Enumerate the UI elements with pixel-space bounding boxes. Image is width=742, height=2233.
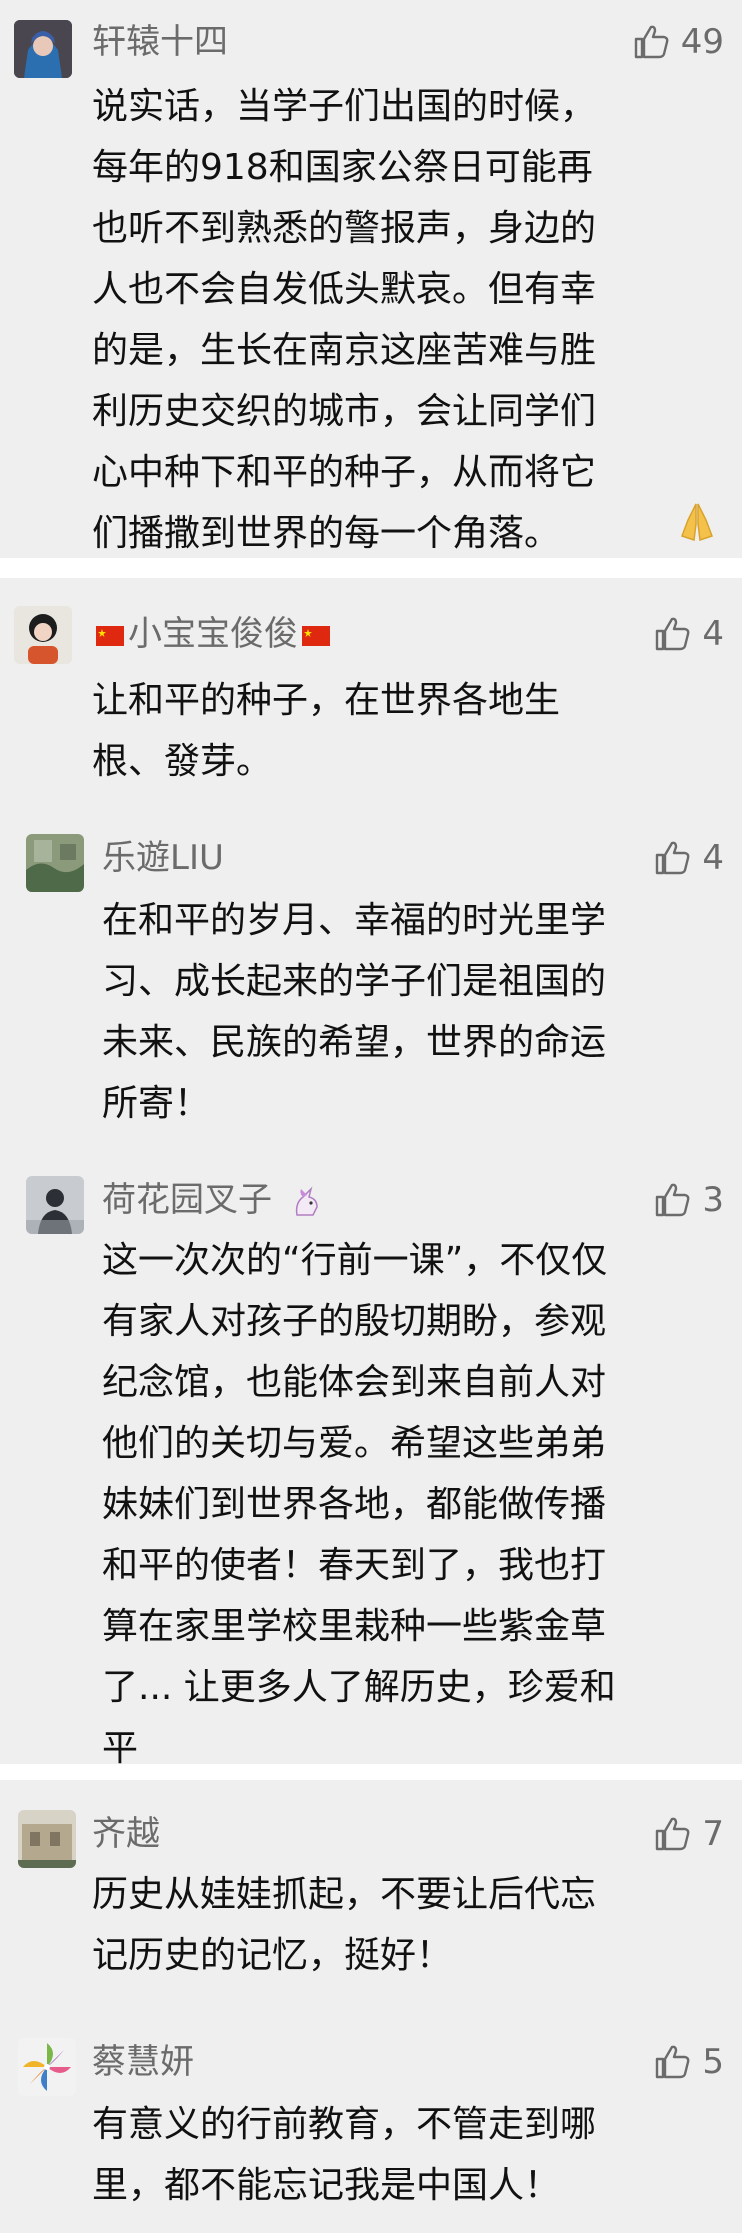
commenter-name[interactable]: 小宝宝俊俊 — [92, 614, 334, 654]
like-count: 3 — [702, 1180, 724, 1220]
commenter-name[interactable]: 荷花园叉子 — [102, 1180, 323, 1220]
comment-text: 让和平的种子，在世界各地生 根、發芽。 — [92, 680, 561, 782]
thumbs-up-icon — [656, 1817, 690, 1851]
china-flag-emoji — [96, 625, 124, 646]
like-count: 5 — [702, 2042, 724, 2082]
thumbs-up-icon — [656, 617, 690, 651]
comment-text: 这一次次的“行前一课”，不仅仅 有家人对孩子的殷切期盼，参观 纪念馆，也能体会到… — [102, 1240, 616, 1769]
like-count: 4 — [702, 614, 724, 654]
avatar[interactable] — [26, 1176, 84, 1234]
commenter-name-text: 小宝宝俊俊 — [128, 614, 298, 654]
commenter-name[interactable]: 轩辕十四 — [92, 22, 228, 62]
commenter-name[interactable]: 乐遊LIU — [102, 838, 224, 878]
folded-hands-emoji — [676, 500, 718, 548]
comment-block-3: 齐越 7 历史从娃娃抓起，不要让后代忘 记历史的记忆，挺好！ 蔡慧妍 5 有意义… — [0, 1780, 742, 2233]
like-button[interactable]: 3 — [652, 1180, 724, 1220]
like-button[interactable]: 7 — [652, 1814, 724, 1854]
avatar[interactable] — [18, 1810, 76, 1868]
comment-block-2: 小宝宝俊俊 4 让和平的种子，在世界各地生 根、發芽。 乐遊LIU 4 在和平的… — [0, 578, 742, 1769]
comment-thread: 轩辕十四 49 说实话，当学子们出国的时候， 每年的918和国家公祭日可能再 也… — [0, 0, 742, 2233]
comment-text: 说实话，当学子们出国的时候， 每年的918和国家公祭日可能再 也听不到熟悉的警报… — [92, 86, 597, 554]
commenter-name[interactable]: 齐越 — [92, 1814, 160, 1854]
avatar[interactable] — [18, 2038, 76, 2096]
like-button[interactable]: 49 — [631, 22, 724, 62]
china-flag-emoji — [302, 625, 330, 646]
avatar[interactable] — [14, 20, 72, 78]
comment-text: 历史从娃娃抓起，不要让后代忘 记历史的记忆，挺好！ — [92, 1874, 597, 1976]
comment-item: 轩辕十四 49 说实话，当学子们出国的时候， 每年的918和国家公祭日可能再 也… — [0, 0, 742, 558]
thumbs-up-icon — [656, 841, 690, 875]
comment-text: 有意义的行前教育，不管走到哪 里，都不能忘记我是中国人！ — [92, 2104, 597, 2206]
thumbs-up-icon — [656, 2045, 690, 2079]
like-button[interactable]: 4 — [652, 838, 724, 878]
thumbs-up-icon — [656, 1183, 690, 1217]
comment-block-1: 轩辕十四 49 说实话，当学子们出国的时候， 每年的918和国家公祭日可能再 也… — [0, 0, 742, 558]
unicorn-emoji — [295, 1186, 318, 1216]
like-button[interactable]: 4 — [652, 614, 724, 654]
like-count: 49 — [680, 22, 724, 62]
thumbs-up-icon — [634, 25, 669, 59]
avatar[interactable] — [26, 834, 84, 892]
like-count: 4 — [702, 838, 724, 878]
like-count: 7 — [702, 1814, 724, 1854]
avatar[interactable] — [14, 606, 72, 664]
comment-text: 在和平的岁月、幸福的时光里学 习、成长起来的学子们是祖国的 未来、民族的希望，世… — [102, 900, 607, 1124]
like-button[interactable]: 5 — [652, 2042, 724, 2082]
commenter-name-text: 荷花园叉子 — [102, 1180, 272, 1220]
commenter-name[interactable]: 蔡慧妍 — [92, 2042, 194, 2082]
